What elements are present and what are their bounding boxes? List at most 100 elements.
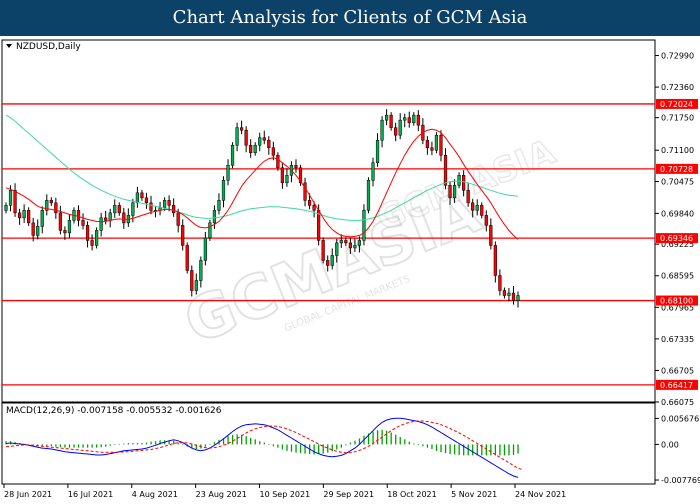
macd-histogram-bar xyxy=(123,443,125,445)
candle-body xyxy=(217,200,221,211)
candle-body xyxy=(430,147,434,151)
candle-body xyxy=(394,127,398,136)
price-axis-tick-label: 0.70475 xyxy=(661,178,694,187)
candle-body xyxy=(339,240,343,244)
candle-body xyxy=(185,245,189,271)
price-axis-tick-label: 0.69840 xyxy=(661,209,694,218)
macd-histogram-bar xyxy=(150,441,152,445)
candle-body xyxy=(462,175,466,191)
candle-body xyxy=(362,210,366,241)
macd-histogram-bar xyxy=(313,444,315,455)
candle-body xyxy=(271,147,275,156)
macd-histogram-bar xyxy=(422,444,424,447)
macd-histogram-bar xyxy=(444,444,447,454)
candle-body xyxy=(353,245,357,249)
level-price-tag-label: 0.66417 xyxy=(660,381,693,390)
candle-body xyxy=(471,202,475,211)
candle-body xyxy=(199,260,203,281)
macd-histogram-bar xyxy=(268,444,270,446)
candle-body xyxy=(407,117,411,123)
macd-histogram-bar xyxy=(404,439,406,445)
candle-body xyxy=(498,275,502,291)
macd-histogram-bar xyxy=(295,444,297,453)
macd-histogram-bar xyxy=(340,444,342,448)
candle-body xyxy=(258,137,262,146)
macd-histogram-bar xyxy=(376,430,379,445)
candle-body xyxy=(312,205,316,211)
candle-body xyxy=(335,242,339,256)
macd-histogram-bar xyxy=(204,444,207,447)
candle-body xyxy=(267,139,271,148)
macd-label: MACD(12,26,9) -0.007158 -0.005532 -0.001… xyxy=(6,406,222,416)
macd-histogram-bar xyxy=(318,444,320,455)
candle-body xyxy=(167,200,171,206)
macd-axis-tick-label: 0.005676 xyxy=(661,414,699,423)
candle-body xyxy=(49,200,53,204)
macd-axis-tick-label: 0.00 xyxy=(661,440,679,449)
macd-histogram-bar xyxy=(413,443,415,445)
macd-histogram-bar xyxy=(390,432,392,445)
macd-histogram-bar xyxy=(254,439,256,445)
candle-body xyxy=(457,175,461,186)
candle-body xyxy=(452,185,457,199)
macd-histogram-bar xyxy=(231,434,234,445)
candle-body xyxy=(172,205,176,214)
candle-body xyxy=(131,202,135,216)
candle-body xyxy=(226,165,230,181)
candle-body xyxy=(253,144,257,153)
candle-body xyxy=(262,137,266,141)
macd-histogram-bar xyxy=(64,444,66,448)
macd-axis-tick-label: -0.007769 xyxy=(661,476,700,485)
time-axis-tick-label: 18 Oct 2021 xyxy=(387,490,436,499)
candle-body xyxy=(475,205,479,211)
macd-histogram-bar xyxy=(336,444,338,450)
macd-histogram-bar xyxy=(467,444,469,456)
candle-body xyxy=(398,119,402,136)
symbol-label: NZDUSD,Daily xyxy=(16,42,81,52)
candle-body xyxy=(22,210,26,219)
macd-histogram-bar xyxy=(114,444,116,446)
macd-histogram-bar xyxy=(517,444,519,454)
chart-frame: NZDUSD,Daily MACD(12,26,9) -0.007158 -0.… xyxy=(0,36,700,500)
level-price-tag-label: 0.68100 xyxy=(660,297,693,306)
candle-body xyxy=(27,210,31,224)
candle-body xyxy=(99,217,103,231)
candle-body xyxy=(244,129,248,146)
macd-histogram-bar xyxy=(449,444,451,455)
candle-body xyxy=(81,220,85,226)
macd-histogram-bar xyxy=(485,444,487,456)
macd-histogram-bar xyxy=(105,444,107,447)
macd-histogram-bar xyxy=(86,444,89,448)
macd-histogram-bar xyxy=(263,442,265,445)
candle-body xyxy=(212,210,217,224)
macd-histogram-bar xyxy=(453,444,456,455)
candle-body xyxy=(13,190,17,214)
macd-histogram-bar xyxy=(272,444,275,447)
candle-body xyxy=(511,292,516,301)
candle-body xyxy=(140,192,144,199)
macd-histogram-bar xyxy=(395,434,397,445)
candle-body xyxy=(149,202,153,211)
macd-histogram-bar xyxy=(91,444,93,448)
chart-svg: NZDUSD,Daily MACD(12,26,9) -0.007158 -0.… xyxy=(0,36,700,500)
candle-body xyxy=(8,190,13,206)
macd-histogram-bar xyxy=(417,444,420,446)
macd-histogram-bar xyxy=(68,444,71,448)
macd-histogram-bar xyxy=(145,442,148,445)
time-axis-tick-label: 4 Aug 2021 xyxy=(132,490,178,499)
macd-histogram-bar xyxy=(209,444,211,446)
candle-body xyxy=(507,292,511,296)
candle-body xyxy=(221,180,226,201)
time-axis-tick-label: 24 Nov 2021 xyxy=(515,490,566,499)
candle-body xyxy=(489,225,493,246)
candle-body xyxy=(4,205,8,211)
macd-histogram-bar xyxy=(490,444,492,456)
time-axis-tick-label: 5 Nov 2021 xyxy=(451,490,497,499)
macd-histogram-bar xyxy=(154,441,157,445)
macd-histogram-bar xyxy=(299,444,302,454)
candle-body xyxy=(230,144,235,166)
candle-body xyxy=(104,217,108,221)
macd-histogram-bar xyxy=(435,444,438,451)
candle-body xyxy=(480,205,484,216)
price-axis-tick-label: 0.66075 xyxy=(661,398,694,407)
